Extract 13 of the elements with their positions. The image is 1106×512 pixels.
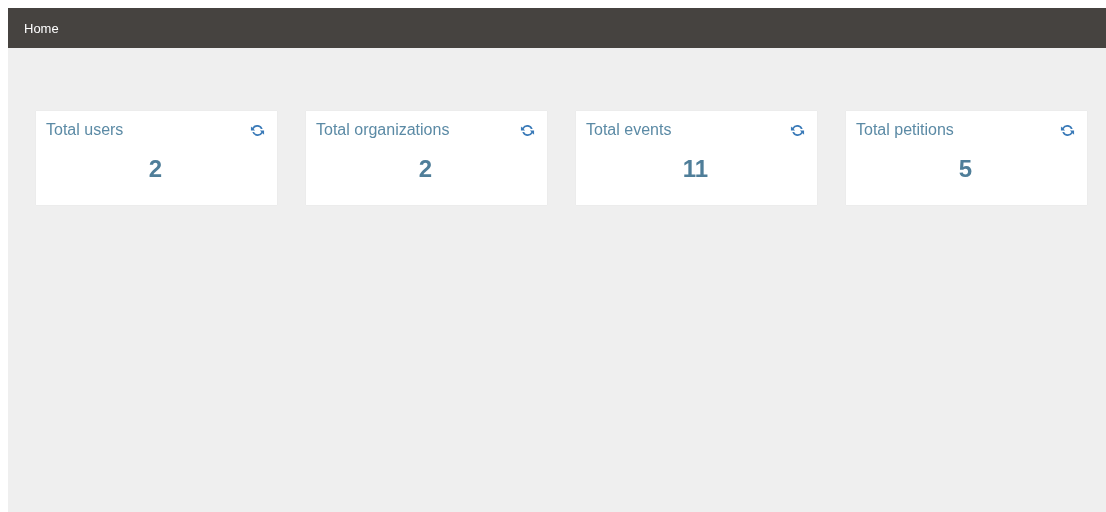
refresh-icon[interactable]: [250, 122, 265, 138]
stat-label: Total events: [586, 121, 672, 139]
stat-value: 11: [681, 155, 710, 183]
refresh-icon[interactable]: [790, 122, 805, 138]
refresh-icon[interactable]: [1060, 122, 1075, 138]
stat-label: Total petitions: [856, 121, 954, 139]
stat-value: 2: [417, 155, 434, 183]
refresh-icon[interactable]: [520, 122, 535, 138]
stat-label: Total organizations: [316, 121, 450, 139]
stat-value: 2: [147, 155, 164, 183]
navbar-title[interactable]: Home: [24, 20, 59, 36]
stat-label: Total users: [46, 121, 124, 139]
stat-value: 5: [957, 155, 974, 183]
